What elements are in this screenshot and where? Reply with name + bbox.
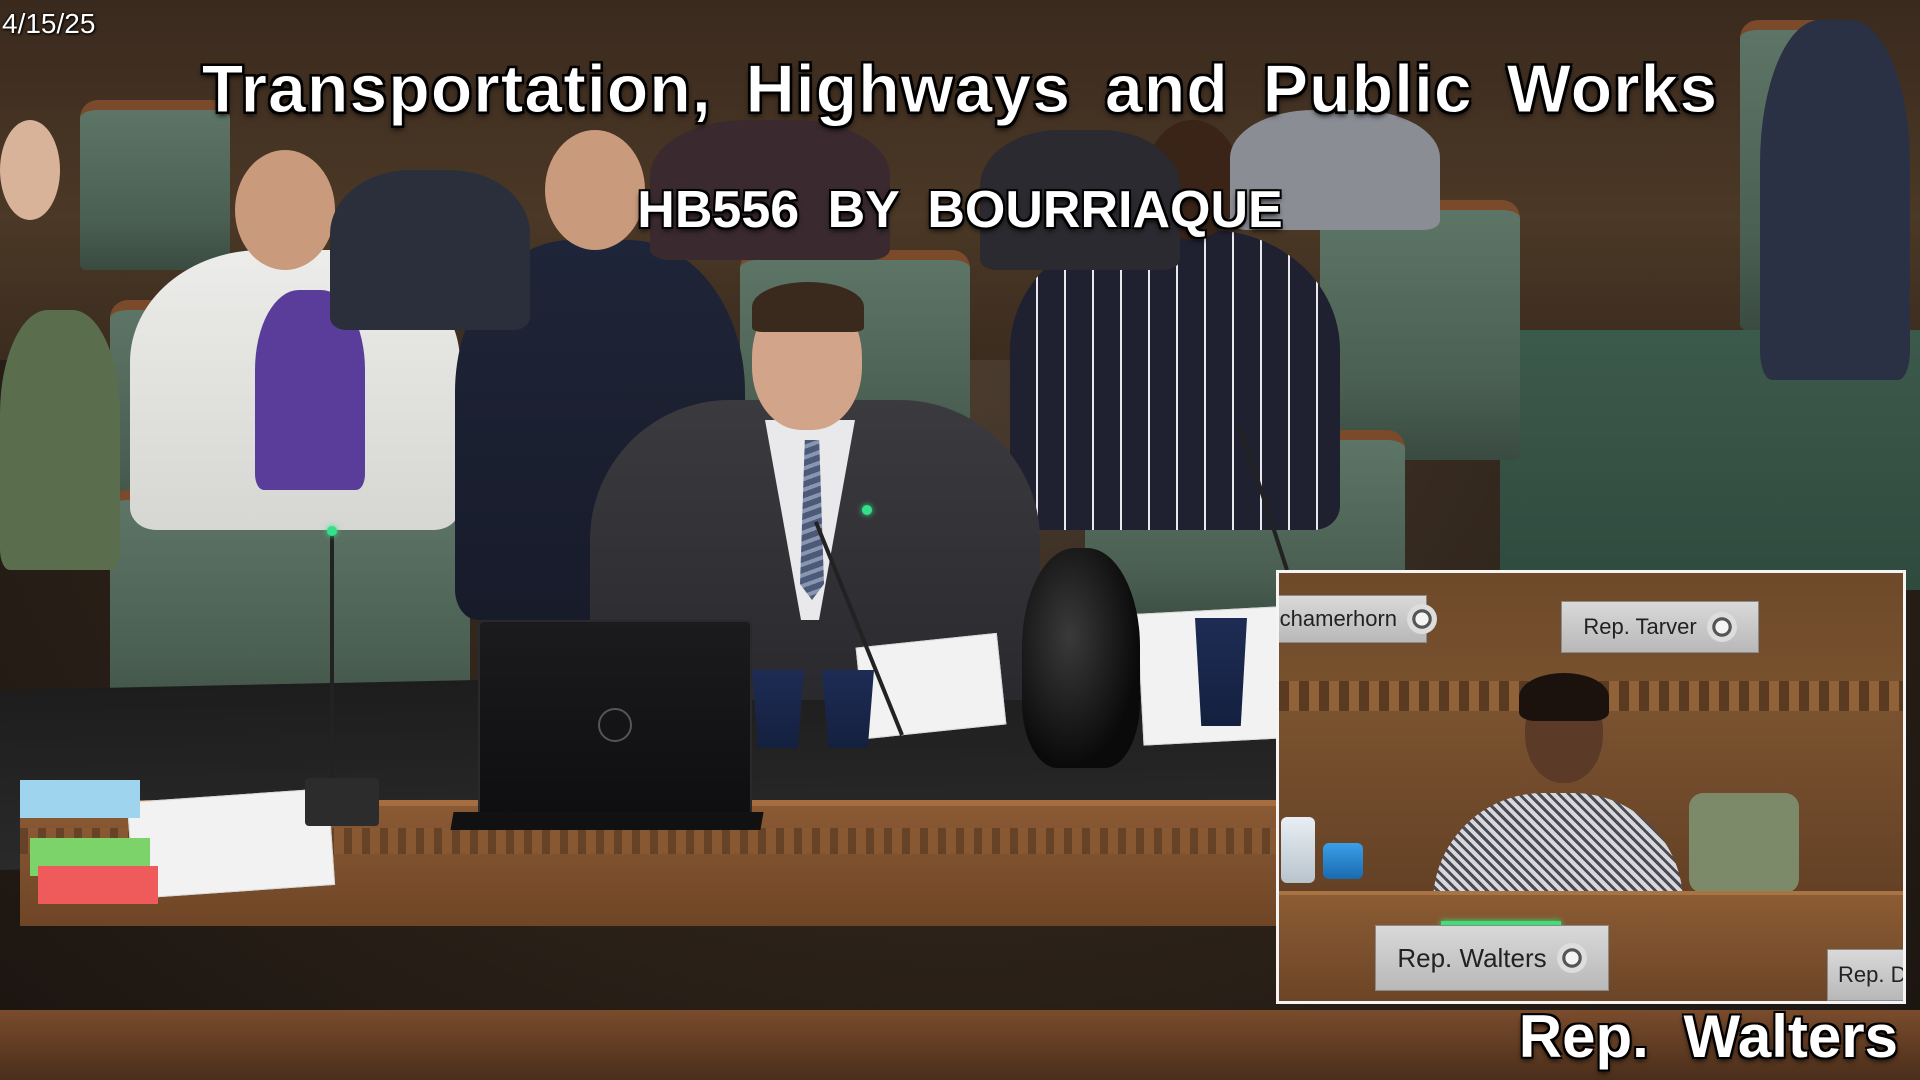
video-frame: 4/15/25 Transportation, Highways and Pub… bbox=[0, 0, 1920, 1080]
microphone-left bbox=[330, 530, 334, 780]
coffee-pitcher bbox=[1022, 548, 1140, 768]
sticky-notes-red bbox=[38, 866, 158, 904]
bill-caption: HB556 BY BOURRIAQUE bbox=[637, 181, 1283, 239]
cup bbox=[752, 670, 804, 748]
nameplate-left-text: Schamerhorn bbox=[1276, 606, 1398, 631]
seal-icon bbox=[1706, 612, 1737, 642]
sticky-notes-blue bbox=[20, 780, 140, 818]
presenter-hair bbox=[752, 282, 864, 332]
nameplate-center: Rep. Tarver bbox=[1561, 601, 1759, 653]
nameplate-right-partial: Rep. D bbox=[1827, 949, 1906, 1001]
mic-base bbox=[305, 778, 379, 826]
nameplate-left: Schamerhorn bbox=[1276, 595, 1438, 643]
nameplate-center-text: Rep. Tarver bbox=[1583, 614, 1697, 639]
cup-stack bbox=[1195, 618, 1247, 726]
water-bottle bbox=[1281, 817, 1315, 883]
inset-chair bbox=[1689, 793, 1799, 893]
nameplate-bottom: Rep. Walters bbox=[1375, 925, 1609, 991]
laptop-logo bbox=[598, 708, 632, 742]
laptop bbox=[478, 620, 752, 824]
papers-stack bbox=[126, 788, 336, 899]
nameplate-bottom-text: Rep. Walters bbox=[1397, 942, 1547, 973]
mic-led bbox=[327, 526, 337, 536]
seal-icon bbox=[1556, 943, 1587, 973]
broadcast-date: 4/15/25 bbox=[2, 8, 96, 39]
audience-person-left bbox=[0, 310, 120, 570]
cup bbox=[822, 670, 874, 748]
committee-title: Transportation, Highways and Public Work… bbox=[201, 51, 1719, 128]
laptop-base bbox=[450, 812, 764, 830]
rep-walters-hair bbox=[1519, 673, 1609, 721]
speaker-caption: Rep. Walters bbox=[1518, 1003, 1898, 1070]
nameplate-right-text: Rep. D bbox=[1838, 962, 1906, 987]
speaker-inset: Schamerhorn Rep. Tarver Rep. Walters Rep… bbox=[1276, 570, 1906, 1004]
audience-person-plaid-jacket bbox=[1010, 230, 1340, 530]
seal-icon bbox=[1407, 604, 1438, 634]
papers-stack bbox=[855, 632, 1007, 740]
water-bottle-blue bbox=[1323, 843, 1363, 879]
mic-led bbox=[862, 505, 872, 515]
